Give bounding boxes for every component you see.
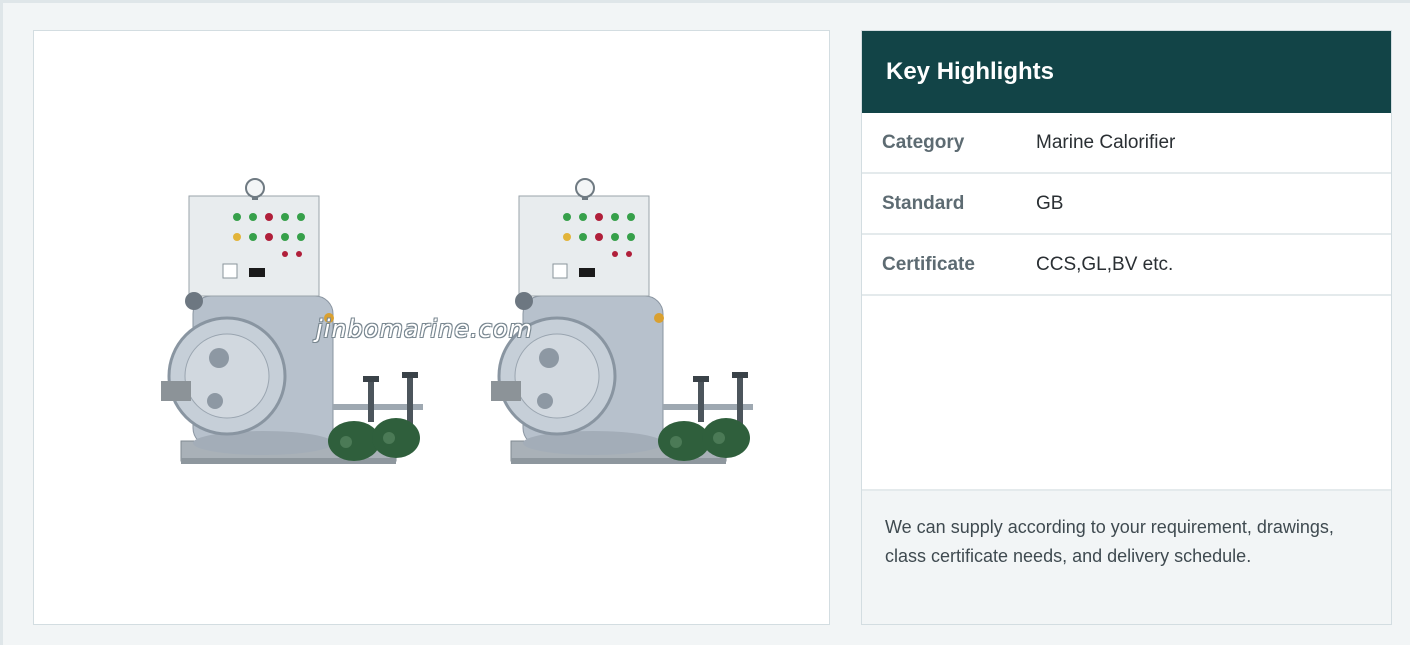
highlight-row-category: Category Marine Calorifier [862,113,1391,174]
highlight-label: Standard [882,192,965,214]
highlight-row-certificate: Certificate CCS,GL,BV etc. [862,235,1391,296]
page-frame: jinbomarine.com Key Highlights Category … [0,0,1410,645]
supply-note: We can supply according to your requirem… [862,491,1391,624]
image-watermark: jinbomarine.com [316,315,533,343]
highlight-label: Certificate [882,253,975,275]
product-image-panel: jinbomarine.com [33,30,830,625]
highlights-title: Key Highlights [862,31,1391,113]
highlight-value: GB [1036,192,1064,214]
highlight-label: Category [882,131,965,153]
key-highlights-card: Key Highlights Category Marine Calorifie… [861,30,1392,625]
highlight-row-standard: Standard GB [862,174,1391,235]
highlights-empty-area [862,296,1391,491]
highlight-value: Marine Calorifier [1036,131,1176,153]
highlight-value: CCS,GL,BV etc. [1036,253,1174,275]
